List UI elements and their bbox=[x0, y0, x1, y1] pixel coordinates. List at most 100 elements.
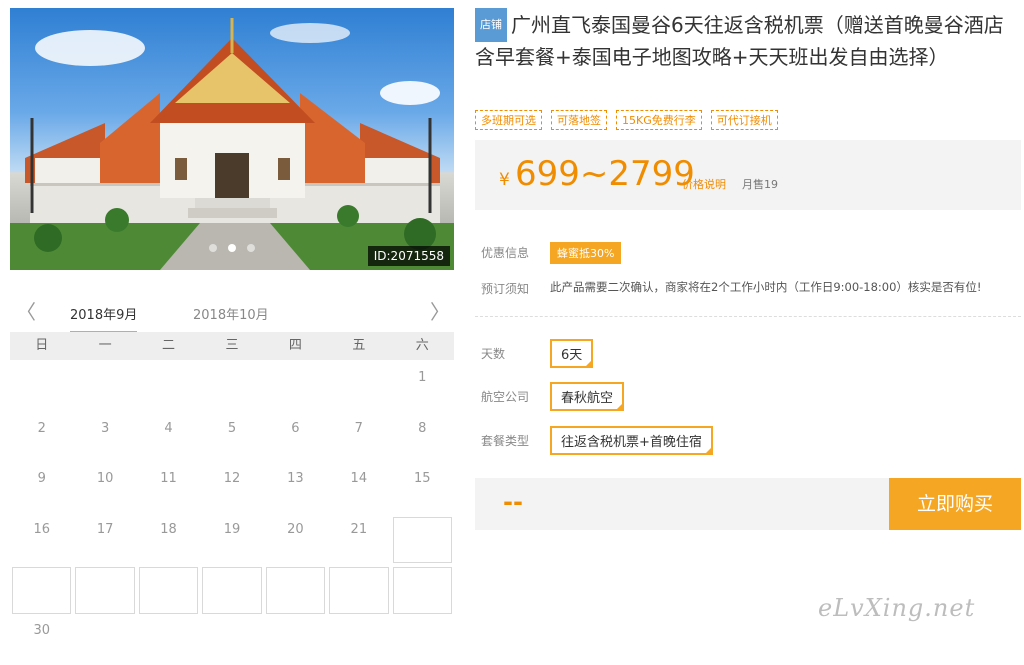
product-title-text: 广州直飞泰国曼谷6天往返含税机票（赠送首晚曼谷酒店含早套餐+泰国电子地图攻略+天… bbox=[475, 13, 1004, 69]
calendar-day: 8 bbox=[391, 413, 454, 464]
calendar-week-row: 9101112131415 bbox=[10, 463, 454, 514]
calendar-empty-cell bbox=[327, 615, 390, 665]
day-number: 5 bbox=[200, 413, 263, 436]
calendar-day[interactable]: 27¥1699余4 bbox=[264, 564, 327, 615]
available-date-box[interactable] bbox=[75, 567, 134, 614]
day-number: 12 bbox=[200, 463, 263, 486]
calendar-day[interactable]: 24¥999余4 bbox=[73, 564, 136, 615]
slide-dot[interactable] bbox=[247, 244, 255, 252]
calendar-day[interactable]: 25¥999余4 bbox=[137, 564, 200, 615]
calendar-day: 20 bbox=[264, 514, 327, 565]
calendar-empty-cell bbox=[200, 615, 263, 665]
monthly-sales: 月售19 bbox=[742, 176, 778, 192]
calendar-day: 12 bbox=[200, 463, 263, 514]
prev-month-arrow-icon[interactable]: 〈 bbox=[16, 300, 36, 324]
calendar-grid: 12345678910111213141516171819202122¥699余… bbox=[10, 362, 454, 665]
available-date-box[interactable] bbox=[139, 567, 198, 614]
day-number: 30 bbox=[10, 615, 73, 638]
day-number: 11 bbox=[137, 463, 200, 486]
day-number: 7 bbox=[327, 413, 390, 436]
calendar-day: 10 bbox=[73, 463, 136, 514]
calendar-day: 17 bbox=[73, 514, 136, 565]
day-number: 17 bbox=[73, 514, 136, 537]
tab-month-september[interactable]: 2018年9月 bbox=[70, 304, 137, 333]
day-number: 13 bbox=[264, 463, 327, 486]
calendar-day[interactable]: 29¥1699余4 bbox=[391, 564, 454, 615]
product-photo[interactable]: ID:2071558 bbox=[10, 8, 454, 270]
option-airline-spring[interactable]: 春秋航空 bbox=[550, 382, 624, 411]
calendar-week-row: 30 bbox=[10, 615, 454, 665]
calendar-empty-cell bbox=[264, 362, 327, 413]
option-label-days: 天数 bbox=[481, 345, 505, 362]
calendar-empty-cell bbox=[73, 362, 136, 413]
calendar-week-row: 23¥899余424¥999余425¥999余426¥999余427¥1699余… bbox=[10, 564, 454, 615]
shop-badge[interactable]: 店铺 bbox=[475, 8, 507, 42]
day-number: 21 bbox=[327, 514, 390, 537]
discount-label: 优惠信息 bbox=[481, 244, 529, 261]
available-date-box[interactable] bbox=[12, 567, 71, 614]
discount-badge: 蜂蜜抵30% bbox=[550, 242, 621, 264]
available-date-box[interactable] bbox=[393, 567, 452, 614]
day-number: 2 bbox=[10, 413, 73, 436]
option-label-airline: 航空公司 bbox=[481, 388, 529, 405]
calendar-empty-cell bbox=[264, 615, 327, 665]
slide-dot[interactable] bbox=[209, 244, 217, 252]
available-date-box[interactable] bbox=[266, 567, 325, 614]
calendar-weekday-header: 日 一 二 三 四 五 六 bbox=[10, 332, 454, 360]
feature-tag: 多班期可选 bbox=[475, 110, 542, 130]
feature-tag: 可代订接机 bbox=[711, 110, 778, 130]
buy-now-button[interactable]: 立即购买 bbox=[889, 478, 1021, 530]
option-days-6[interactable]: 6天 bbox=[550, 339, 593, 368]
product-title: 店铺广州直飞泰国曼谷6天往返含税机票（赠送首晚曼谷酒店含早套餐+泰国电子地图攻略… bbox=[475, 8, 1020, 72]
calendar-day[interactable]: 26¥999余4 bbox=[200, 564, 263, 615]
total-price-placeholder: -- bbox=[503, 488, 523, 516]
calendar-day: 19 bbox=[200, 514, 263, 565]
calendar-week-row: 16171819202122¥699余4 bbox=[10, 514, 454, 565]
option-label-package: 套餐类型 bbox=[481, 432, 529, 449]
product-title-block: 店铺广州直飞泰国曼谷6天往返含税机票（赠送首晚曼谷酒店含早套餐+泰国电子地图攻略… bbox=[475, 8, 1020, 72]
day-number: 19 bbox=[200, 514, 263, 537]
calendar-week-row: 1 bbox=[10, 362, 454, 413]
price-range: 699~2799 bbox=[515, 154, 695, 194]
site-watermark: eLvXing.net bbox=[818, 594, 975, 622]
calendar-day[interactable]: 28¥1399余2 bbox=[327, 564, 390, 615]
calendar-empty-cell bbox=[10, 362, 73, 413]
calendar-day: 16 bbox=[10, 514, 73, 565]
calendar-day: 7 bbox=[327, 413, 390, 464]
temple-illustration bbox=[10, 8, 454, 270]
section-divider bbox=[475, 316, 1021, 317]
next-month-arrow-icon[interactable]: 〉 bbox=[430, 300, 450, 324]
calendar-day: 21 bbox=[327, 514, 390, 565]
price-panel: ¥ 699~2799 价格说明 月售19 bbox=[475, 140, 1021, 210]
day-number: 16 bbox=[10, 514, 73, 537]
weekday-label: 二 bbox=[137, 332, 200, 360]
weekday-label: 四 bbox=[264, 332, 327, 360]
weekday-label: 三 bbox=[200, 332, 263, 360]
feature-tags: 多班期可选 可落地签 15KG免费行李 可代订接机 bbox=[475, 110, 778, 130]
day-number: 14 bbox=[327, 463, 390, 486]
available-date-box[interactable] bbox=[329, 567, 388, 614]
calendar-day: 2 bbox=[10, 413, 73, 464]
tab-month-october[interactable]: 2018年10月 bbox=[193, 304, 269, 331]
calendar-day: 6 bbox=[264, 413, 327, 464]
calendar-empty-cell bbox=[137, 615, 200, 665]
currency-symbol: ¥ bbox=[499, 170, 510, 190]
calendar-empty-cell bbox=[391, 615, 454, 665]
day-number: 3 bbox=[73, 413, 136, 436]
notice-label: 预订须知 bbox=[481, 280, 529, 297]
calendar-day[interactable]: 22¥699余4 bbox=[391, 514, 454, 565]
feature-tag: 可落地签 bbox=[551, 110, 607, 130]
feature-tag: 15KG免费行李 bbox=[616, 110, 702, 130]
calendar-day[interactable]: 23¥899余4 bbox=[10, 564, 73, 615]
price-explain-link[interactable]: 价格说明 bbox=[682, 176, 726, 192]
available-date-box[interactable] bbox=[202, 567, 261, 614]
photo-id-label: ID:2071558 bbox=[368, 246, 450, 266]
calendar-day: 13 bbox=[264, 463, 327, 514]
month-switcher: 〈 2018年9月 2018年10月 〉 bbox=[10, 296, 454, 332]
weekday-label: 日 bbox=[10, 332, 73, 360]
available-date-box[interactable] bbox=[393, 517, 452, 564]
option-package-roundtrip-hotel[interactable]: 往返含税机票+首晚住宿 bbox=[550, 426, 713, 455]
calendar-empty-cell bbox=[137, 362, 200, 413]
slide-dot-active[interactable] bbox=[228, 244, 236, 252]
calendar-day: 30 bbox=[10, 615, 73, 665]
